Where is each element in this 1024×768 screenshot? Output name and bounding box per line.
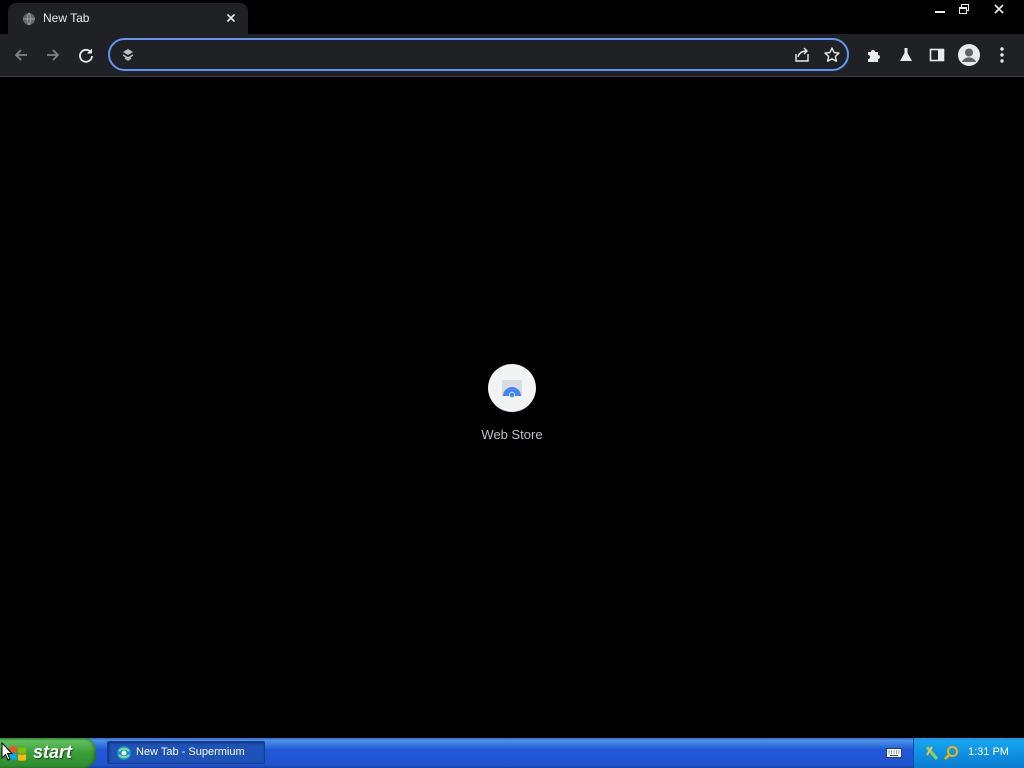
side-panel-button[interactable] — [925, 43, 949, 67]
forward-arrow-icon — [47, 49, 60, 61]
kebab-menu-icon — [1000, 47, 1004, 63]
globe-icon — [23, 12, 35, 26]
minimize-icon — [935, 11, 945, 13]
shortcut-tile — [488, 364, 536, 412]
start-label: start — [33, 742, 73, 762]
window-controls — [928, 0, 1022, 18]
close-icon — [994, 4, 1004, 14]
web-store-icon — [502, 380, 522, 399]
restore-button[interactable] — [952, 0, 976, 18]
extensions-button[interactable] — [862, 43, 886, 67]
tab-new-tab[interactable]: New Tab — [8, 3, 248, 34]
browser-toolbar — [0, 34, 1024, 76]
supermium-icon — [117, 746, 131, 760]
minimize-button[interactable] — [928, 0, 952, 18]
start-button[interactable]: start — [0, 738, 96, 768]
search-icon[interactable] — [943, 745, 959, 761]
shortcut-web-store[interactable]: Web Store — [472, 364, 552, 454]
close-window-button[interactable] — [976, 0, 1022, 18]
clock: 1:31 PM — [968, 746, 1009, 758]
network-icon[interactable] — [924, 745, 940, 761]
star-icon[interactable] — [823, 46, 841, 64]
puzzle-icon — [868, 50, 880, 62]
search-engine-icon — [122, 49, 134, 61]
address-bar[interactable] — [108, 38, 849, 71]
flask-icon — [900, 48, 912, 61]
keyboard-icon[interactable] — [886, 747, 902, 759]
menu-button[interactable] — [990, 43, 1014, 67]
mouse-cursor-icon — [1, 742, 13, 761]
labs-button[interactable] — [894, 43, 918, 67]
share-icon[interactable] — [793, 46, 811, 64]
restore-icon — [959, 4, 969, 14]
system-tray: 1:31 PM — [913, 738, 1024, 768]
profile-button[interactable] — [957, 43, 981, 67]
profile-avatar-icon — [958, 44, 980, 66]
reload-button[interactable] — [74, 43, 98, 67]
taskbar: start New Tab - Supermium 1:31 PM — [0, 738, 1024, 768]
shortcut-label: Web Store — [481, 427, 543, 442]
reload-icon — [79, 48, 93, 63]
side-panel-icon — [929, 48, 945, 62]
tab-title: New Tab — [43, 11, 90, 25]
address-input[interactable] — [144, 45, 778, 67]
taskbar-item-label: New Tab - Supermium — [136, 746, 245, 758]
taskbar-item-supermium[interactable]: New Tab - Supermium — [107, 741, 265, 764]
back-arrow-icon — [14, 49, 27, 61]
tab-strip: New Tab — [0, 0, 1024, 34]
back-button[interactable] — [9, 43, 33, 67]
new-tab-page: Web Store — [0, 77, 1024, 738]
close-icon[interactable] — [224, 11, 238, 25]
forward-button[interactable] — [41, 43, 65, 67]
